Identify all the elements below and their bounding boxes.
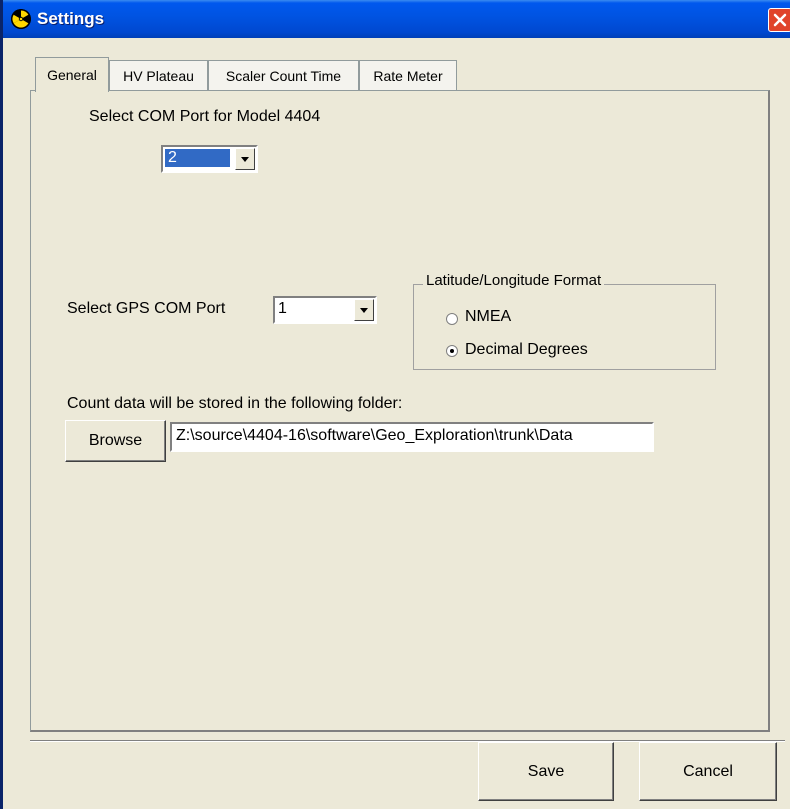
radio-decimal-degrees-label[interactable]: Decimal Degrees xyxy=(465,341,588,359)
tab-hv-plateau[interactable]: HV Plateau xyxy=(109,60,208,90)
close-icon xyxy=(773,13,787,27)
tab-scaler-count-time[interactable]: Scaler Count Time xyxy=(208,60,359,90)
settings-window: Settings General HV Plateau Scaler Count… xyxy=(0,0,790,809)
radio-nmea-label[interactable]: NMEA xyxy=(465,308,511,326)
cancel-button-label: Cancel xyxy=(683,762,733,780)
folder-label: Count data will be stored in the followi… xyxy=(67,395,403,412)
tab-rate-meter[interactable]: Rate Meter xyxy=(359,60,457,90)
save-button-label: Save xyxy=(527,762,565,780)
radiation-icon xyxy=(11,9,31,29)
chevron-down-icon[interactable] xyxy=(235,148,255,170)
gps-com-port-select[interactable]: 1 xyxy=(273,296,377,324)
chevron-down-icon[interactable] xyxy=(354,299,374,321)
folder-path-value: Z:\source\4404-16\software\Geo_Explorati… xyxy=(176,427,573,444)
folder-path-field[interactable]: Z:\source\4404-16\software\Geo_Explorati… xyxy=(170,422,654,452)
close-button[interactable] xyxy=(768,8,790,32)
gps-com-port-label: Select GPS COM Port xyxy=(67,300,226,317)
radio-decimal-degrees[interactable] xyxy=(446,345,458,357)
tab-label: Rate Meter xyxy=(373,67,443,84)
tab-label: HV Plateau xyxy=(123,67,194,84)
title-bar[interactable]: Settings xyxy=(3,0,790,38)
window-title: Settings xyxy=(37,9,105,28)
latlon-format-title: Latitude/Longitude Format xyxy=(423,272,605,289)
com-port-value: 2 xyxy=(165,149,230,167)
cancel-button[interactable]: Cancel xyxy=(639,742,777,801)
radio-nmea[interactable] xyxy=(446,313,458,325)
browse-button-label: Browse xyxy=(88,432,143,449)
tab-general[interactable]: General xyxy=(35,57,109,92)
browse-button[interactable]: Browse xyxy=(65,420,166,462)
com-port-label: Select COM Port for Model 4404 xyxy=(89,108,321,125)
save-button[interactable]: Save xyxy=(478,742,614,801)
tab-label: Scaler Count Time xyxy=(225,67,342,84)
tab-label: General xyxy=(47,67,97,83)
com-port-select[interactable]: 2 xyxy=(161,145,258,173)
gps-com-port-value: 1 xyxy=(278,300,287,317)
